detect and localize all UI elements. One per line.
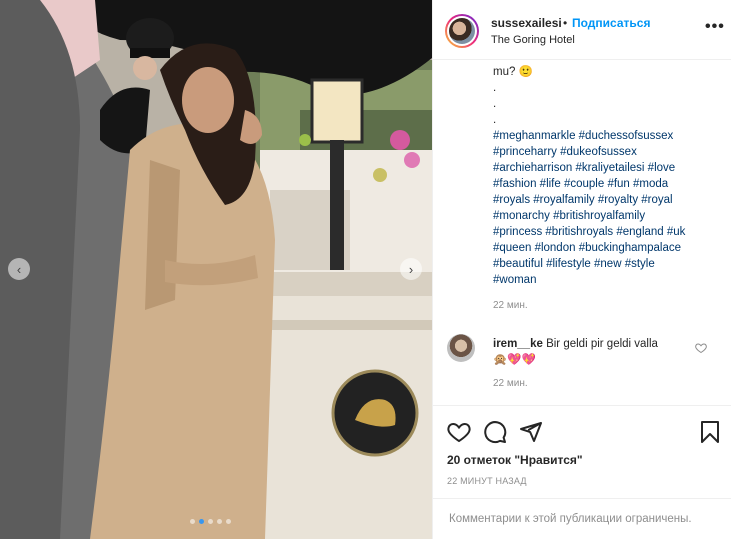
carousel-dot	[208, 519, 213, 524]
carousel-dot-active	[199, 519, 204, 524]
caption-dot: .	[493, 98, 497, 110]
caption-text: mu? 🙂	[493, 66, 533, 78]
heart-icon[interactable]	[447, 420, 471, 444]
post-time[interactable]: 22 МИНУТ НАЗАД	[447, 476, 527, 486]
author-username[interactable]: sussexailesi	[491, 16, 562, 30]
hashtag-line[interactable]: #princeharry #dukeofsussex	[493, 144, 723, 160]
bookmark-icon[interactable]	[698, 420, 722, 444]
hashtag-line[interactable]: #monarchy #britishroyalfamily	[493, 208, 723, 224]
carousel-prev-button[interactable]: ‹	[8, 258, 30, 280]
hashtag-line[interactable]: #princess #britishroyals #england #uk	[493, 224, 723, 240]
post-sidebar: sussexailesi • Подписаться The Goring Ho…	[432, 0, 731, 539]
carousel-dots	[190, 519, 231, 524]
comment-emoji: 🙊💖💖	[493, 354, 536, 366]
carousel-dot	[217, 519, 222, 524]
comment-timestamp: 22 мин.	[493, 378, 528, 389]
post-caption: mu? 🙂 . . . #meghanmarkle #duchessofsuss…	[493, 64, 723, 288]
caption-dot: .	[493, 82, 497, 94]
chevron-left-icon: ‹	[16, 261, 22, 277]
commenter-username[interactable]: irem__ke	[493, 338, 543, 350]
carousel-dot	[226, 519, 231, 524]
hashtag-line[interactable]: #meghanmarkle #duchessofsussex	[493, 128, 723, 144]
hashtag-line[interactable]: #beautiful #lifestyle #new #style	[493, 256, 723, 272]
post-actions: 20 отметок "Нравится" 22 МИНУТ НАЗАД Ком…	[433, 405, 731, 539]
hashtag-line[interactable]: #royals #royalfamily #royalty #royal	[493, 192, 723, 208]
follow-button[interactable]: Подписаться	[572, 16, 650, 30]
location-link[interactable]: The Goring Hotel	[491, 34, 575, 46]
comment-like-heart-icon[interactable]	[695, 342, 707, 354]
author-avatar[interactable]	[445, 14, 479, 48]
comment-text: Bir geldi pir geldi valla	[546, 338, 658, 350]
comment-item: irem__ke Bir geldi pir geldi valla 🙊💖💖	[493, 336, 693, 368]
post-header: sussexailesi • Подписаться The Goring Ho…	[433, 0, 731, 60]
caption-dot: .	[493, 114, 497, 126]
separator-dot: •	[563, 16, 568, 30]
hashtag-line[interactable]: #queen #london #buckinghampalace	[493, 240, 723, 256]
hashtag-line[interactable]: #fashion #life #couple #fun #moda	[493, 176, 723, 192]
hashtag-line[interactable]: #woman	[493, 272, 723, 288]
hashtag-line[interactable]: #archieharrison #kraliyetailesi #love	[493, 160, 723, 176]
likes-count[interactable]: 20 отметок "Нравится"	[447, 453, 583, 467]
more-options-icon[interactable]: •••	[705, 18, 725, 36]
comment-icon[interactable]	[483, 420, 507, 444]
carousel-dot	[190, 519, 195, 524]
post-photo[interactable]: ‹ ›	[0, 0, 432, 539]
share-icon[interactable]	[519, 420, 543, 444]
photo-scene	[0, 0, 432, 539]
chevron-right-icon: ›	[408, 261, 414, 277]
hashtag-list: #meghanmarkle #duchessofsussex #princeha…	[493, 128, 723, 288]
commenter-avatar[interactable]	[447, 334, 475, 362]
caption-timestamp[interactable]: 22 мин.	[493, 300, 528, 311]
comments-disabled-notice: Комментарии к этой публикации ограничены…	[433, 498, 731, 539]
carousel-next-button[interactable]: ›	[400, 258, 422, 280]
